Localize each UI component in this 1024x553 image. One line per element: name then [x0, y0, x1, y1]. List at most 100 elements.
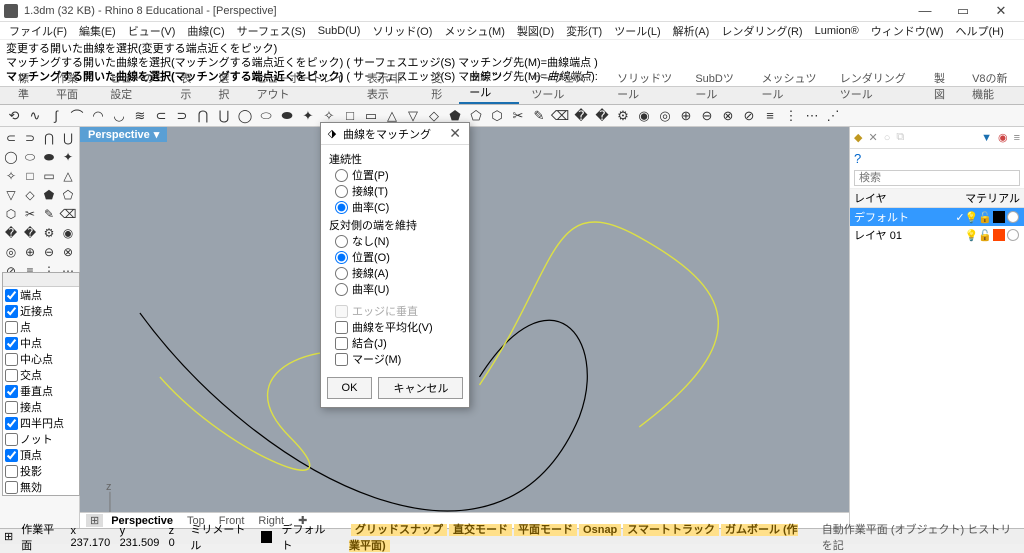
tab[interactable]: 製図: [924, 68, 960, 104]
tab[interactable]: SubDツール: [685, 68, 749, 104]
tool-button[interactable]: ⊗: [718, 106, 738, 126]
tab[interactable]: レンダリングツール: [830, 68, 922, 104]
menu-item[interactable]: レンダリング(R): [716, 22, 807, 40]
tab[interactable]: メッシュツール: [752, 68, 828, 104]
tool-button[interactable]: ✎: [40, 205, 58, 223]
search-input[interactable]: [854, 170, 1020, 186]
tab[interactable]: 標準: [8, 68, 44, 104]
ok-button[interactable]: OK: [327, 377, 373, 399]
status-toggle[interactable]: 直交モード: [449, 524, 512, 536]
osnap-option[interactable]: 交点: [3, 367, 79, 383]
tool-button[interactable]: ∿: [25, 106, 45, 126]
tool-button[interactable]: ⊕: [21, 243, 39, 261]
tool-button[interactable]: ≋: [130, 106, 150, 126]
layer-row[interactable]: デフォルト✓💡🔓: [850, 208, 1024, 226]
menu-item[interactable]: 編集(E): [74, 22, 121, 40]
tool-button[interactable]: ◡: [109, 106, 129, 126]
osnap-option[interactable]: ノット: [3, 431, 79, 447]
radio-option[interactable]: 曲率(U): [335, 281, 461, 297]
status-toggle[interactable]: Osnap: [579, 524, 621, 536]
tool-button[interactable]: ⊘: [739, 106, 759, 126]
osnap-option[interactable]: 垂直点: [3, 383, 79, 399]
tab[interactable]: ビューポートレイアウト: [246, 68, 354, 104]
tool-button[interactable]: ⋂: [40, 129, 58, 147]
minimize-button[interactable]: —: [906, 0, 944, 22]
menu-item[interactable]: ソリッド(O): [367, 22, 437, 40]
menu-item[interactable]: ウィンドウ(W): [866, 22, 949, 40]
osnap-option[interactable]: 頂点: [3, 447, 79, 463]
tool-button[interactable]: ▭: [40, 167, 58, 185]
menu-item[interactable]: 変形(T): [561, 22, 607, 40]
tool-button[interactable]: ⊕: [676, 106, 696, 126]
menu-item[interactable]: サーフェス(S): [232, 22, 311, 40]
osnap-panel[interactable]: 端点近接点点中点中心点交点垂直点接点四半円点ノット頂点投影無効: [2, 272, 80, 496]
radio-option[interactable]: 曲率(C): [335, 199, 461, 215]
tool-button[interactable]: �: [592, 106, 612, 126]
menu-item[interactable]: 製図(D): [512, 22, 559, 40]
osnap-option[interactable]: 無効: [3, 479, 79, 495]
osnap-option[interactable]: 接点: [3, 399, 79, 415]
tool-button[interactable]: ⬡: [2, 205, 20, 223]
osnap-option[interactable]: 中心点: [3, 351, 79, 367]
tool-button[interactable]: ⟲: [4, 106, 24, 126]
tool-button[interactable]: ◠: [88, 106, 108, 126]
tool-button[interactable]: ⌫: [59, 205, 77, 223]
tool-button[interactable]: ⬠: [59, 186, 77, 204]
tab[interactable]: 表示: [170, 68, 206, 104]
radio-option[interactable]: なし(N): [335, 233, 461, 249]
status-toggle[interactable]: 平面モード: [514, 524, 577, 536]
tool-button[interactable]: ✂: [21, 205, 39, 223]
tool-button[interactable]: ◉: [634, 106, 654, 126]
menu-item[interactable]: ツール(L): [609, 22, 665, 40]
tab[interactable]: ソリッドツール: [607, 68, 683, 104]
radio-option[interactable]: 接線(A): [335, 265, 461, 281]
tool-button[interactable]: ✦: [298, 106, 318, 126]
tool-button[interactable]: �: [2, 224, 20, 242]
tool-button[interactable]: ◉: [59, 224, 77, 242]
status-toggle[interactable]: グリッドスナップ: [351, 524, 447, 536]
tab[interactable]: 変形: [421, 68, 457, 104]
tool-button[interactable]: ⋃: [214, 106, 234, 126]
radio-option[interactable]: 位置(O): [335, 249, 461, 265]
tool-button[interactable]: ⋮: [781, 106, 801, 126]
tool-button[interactable]: ⊂: [151, 106, 171, 126]
tool-button[interactable]: ⚙: [613, 106, 633, 126]
tool-button[interactable]: ⊃: [172, 106, 192, 126]
status-toggle[interactable]: スマートトラック: [623, 524, 719, 536]
checkbox-option[interactable]: 曲線を平均化(V): [335, 319, 461, 335]
close-icon[interactable]: ✕: [445, 125, 465, 142]
tool-button[interactable]: ⋰: [823, 106, 843, 126]
workplane-label[interactable]: 作業平面: [21, 521, 62, 553]
tool-button[interactable]: ⬭: [256, 106, 276, 126]
tool-button[interactable]: ⊃: [21, 129, 39, 147]
maximize-button[interactable]: ▭: [944, 0, 982, 22]
tool-button[interactable]: ⌫: [550, 106, 570, 126]
tool-button[interactable]: �: [21, 224, 39, 242]
osnap-option[interactable]: 端点: [3, 287, 79, 303]
tab[interactable]: 選択: [208, 68, 244, 104]
menu-item[interactable]: 曲線(C): [182, 22, 229, 40]
tool-button[interactable]: ⋃: [59, 129, 77, 147]
tool-button[interactable]: △: [59, 167, 77, 185]
tab[interactable]: 曲線ツール: [459, 66, 519, 104]
close-button[interactable]: ✕: [982, 0, 1020, 22]
viewport-label[interactable]: Perspective▾: [80, 127, 167, 142]
osnap-option[interactable]: 四半円点: [3, 415, 79, 431]
help-icon[interactable]: ?: [850, 149, 1024, 168]
radio-option[interactable]: 位置(P): [335, 167, 461, 183]
tool-button[interactable]: ▽: [2, 186, 20, 204]
osnap-option[interactable]: 中点: [3, 335, 79, 351]
tool-button[interactable]: �: [571, 106, 591, 126]
osnap-option[interactable]: 投影: [3, 463, 79, 479]
menu-item[interactable]: ファイル(F): [4, 22, 72, 40]
checkbox-option[interactable]: マージ(M): [335, 351, 461, 367]
cancel-button[interactable]: キャンセル: [378, 377, 463, 399]
tool-button[interactable]: ⊖: [697, 106, 717, 126]
tool-button[interactable]: ⊖: [40, 243, 58, 261]
tool-button[interactable]: ⋯: [802, 106, 822, 126]
tool-button[interactable]: ∫: [46, 106, 66, 126]
panel-tabs[interactable]: ◆ ✕ ○⧉ ▼◉≡: [850, 127, 1024, 149]
tool-button[interactable]: ◇: [21, 186, 39, 204]
tool-button[interactable]: ◯: [235, 106, 255, 126]
tool-button[interactable]: ⬬: [277, 106, 297, 126]
